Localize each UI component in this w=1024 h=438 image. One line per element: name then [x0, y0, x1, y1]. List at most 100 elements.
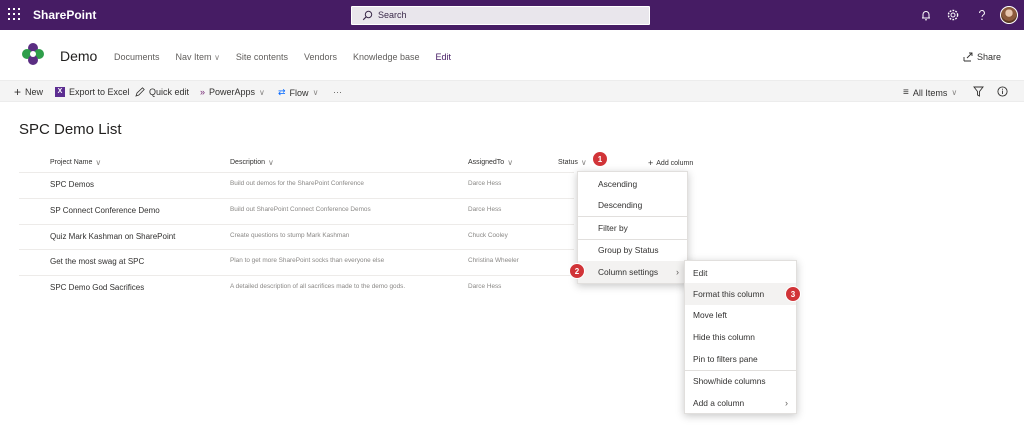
- column-header-assigned-to[interactable]: AssignedTo ∨: [468, 158, 513, 167]
- more-button[interactable]: ···: [333, 87, 342, 97]
- list-lines-icon: ≡: [903, 87, 909, 98]
- new-label: New: [25, 87, 44, 97]
- status-column-menu: Ascending Descending Filter by Group by …: [577, 171, 688, 284]
- column-header-status[interactable]: Status ∨: [558, 158, 587, 167]
- app-launcher-icon[interactable]: [8, 8, 20, 20]
- menu-item-column-settings[interactable]: Column settings ›: [578, 261, 687, 283]
- suite-bar: SharePoint Search: [0, 0, 1024, 30]
- cell-assigned-to: Christina Wheeler: [468, 257, 519, 264]
- chevron-down-icon: ∨: [268, 158, 274, 167]
- share-button[interactable]: Share: [963, 52, 1001, 62]
- bell-icon[interactable]: [919, 8, 933, 22]
- quick-edit-label: Quick edit: [149, 87, 190, 97]
- menu-item-descending[interactable]: Descending: [578, 194, 687, 216]
- nav-item-knowledge-base[interactable]: Knowledge base: [353, 52, 420, 62]
- cell-description: Build out SharePoint Connect Conference …: [230, 206, 371, 213]
- search-icon: [362, 10, 373, 21]
- step-badge-1: 1: [592, 151, 608, 167]
- info-icon[interactable]: [997, 86, 1008, 97]
- chevron-right-icon: ›: [785, 398, 788, 408]
- export-to-excel-button[interactable]: X Export to Excel: [55, 87, 130, 97]
- export-label: Export to Excel: [69, 87, 130, 97]
- column-header-description[interactable]: Description ∨: [230, 158, 274, 167]
- cell-description: Build out demos for the SharePoint Confe…: [230, 180, 364, 187]
- command-bar: + New X Export to Excel Quick edit » Pow…: [0, 80, 1024, 102]
- view-label: All Items: [912, 87, 948, 98]
- plus-icon: +: [648, 158, 654, 168]
- cell-project-name[interactable]: Get the most swag at SPC: [50, 257, 144, 266]
- menu-item-ascending[interactable]: Ascending: [578, 173, 687, 195]
- menu-item-filter-by[interactable]: Filter by: [578, 217, 687, 239]
- menu-item-show-hide-columns[interactable]: Show/hide columns: [685, 370, 796, 392]
- suite-brand[interactable]: SharePoint: [33, 8, 96, 22]
- cell-project-name[interactable]: SPC Demo God Sacrifices: [50, 283, 144, 292]
- site-title[interactable]: Demo: [60, 48, 97, 64]
- column-label: AssignedTo: [468, 159, 505, 166]
- flow-label: Flow: [289, 87, 309, 98]
- chevron-down-icon: ∨: [580, 158, 587, 167]
- chevron-down-icon: ∨: [214, 53, 220, 62]
- nav-item-edit[interactable]: Edit: [436, 52, 452, 62]
- cell-assigned-to: Darce Hess: [468, 206, 502, 213]
- chevron-down-icon: ∨: [259, 87, 265, 97]
- cell-description: Create questions to stump Mark Kashman: [230, 232, 350, 239]
- cell-description: A detailed description of all sacrifices…: [230, 283, 406, 290]
- column-label: Status: [558, 159, 578, 166]
- nav-item-nav-item[interactable]: Nav Item ∨: [176, 52, 220, 62]
- menu-item-move-left[interactable]: Move left: [685, 304, 796, 326]
- cell-project-name[interactable]: SP Connect Conference Demo: [50, 206, 160, 215]
- column-label: Project Name: [50, 159, 93, 166]
- nav-item-label: Nav Item: [175, 52, 212, 62]
- excel-icon: X: [55, 87, 65, 97]
- pencil-icon: [135, 87, 145, 97]
- view-selector[interactable]: ≡ All Items ∨: [903, 87, 957, 98]
- menu-item-label: Column settings: [598, 267, 659, 277]
- chevron-down-icon: ∨: [312, 88, 319, 97]
- help-icon[interactable]: [975, 8, 989, 22]
- cell-description: Plan to get more SharePoint socks than e…: [230, 257, 385, 264]
- table-row[interactable]: Quiz Mark Kashman on SharePoint Create q…: [19, 224, 574, 247]
- table-row[interactable]: SPC Demo God Sacrifices A detailed descr…: [19, 275, 574, 298]
- filter-icon[interactable]: [973, 86, 984, 97]
- powerapps-button[interactable]: » PowerApps ∨: [200, 87, 265, 97]
- avatar[interactable]: [1000, 6, 1018, 24]
- gear-icon[interactable]: [946, 8, 960, 22]
- menu-item-format-this-column[interactable]: Format this column: [685, 283, 796, 305]
- chevron-right-icon: ›: [676, 267, 679, 277]
- column-label: Description: [230, 159, 266, 166]
- add-column-label: Add column: [656, 159, 694, 167]
- cell-assigned-to: Darce Hess: [468, 283, 502, 290]
- site-logo-icon[interactable]: [19, 40, 47, 68]
- chevron-down-icon: ∨: [95, 158, 102, 167]
- menu-item-edit[interactable]: Edit: [685, 262, 796, 284]
- cell-project-name[interactable]: Quiz Mark Kashman on SharePoint: [50, 232, 175, 241]
- column-settings-submenu: Edit Format this column Move left Hide t…: [684, 260, 797, 414]
- quick-edit-button[interactable]: Quick edit: [135, 87, 189, 97]
- site-nav: Documents Nav Item ∨ Site contents Vendo…: [114, 52, 467, 62]
- cell-project-name[interactable]: SPC Demos: [50, 180, 94, 189]
- cell-assigned-to: Chuck Cooley: [468, 232, 508, 239]
- nav-item-vendors[interactable]: Vendors: [304, 52, 337, 62]
- new-button[interactable]: + New: [14, 85, 44, 99]
- powerapps-icon: »: [200, 87, 206, 97]
- chevron-down-icon: ∨: [507, 158, 514, 167]
- plus-icon: +: [14, 85, 22, 99]
- chevron-down-icon: ∨: [951, 88, 958, 97]
- share-label: Share: [977, 52, 1002, 62]
- table-row[interactable]: SPC Demos Build out demos for the ShareP…: [19, 172, 574, 195]
- step-badge-3: 3: [785, 286, 801, 302]
- menu-item-add-a-column[interactable]: Add a column ›: [685, 392, 796, 414]
- menu-item-hide-this-column[interactable]: Hide this column: [685, 326, 796, 348]
- list-title: SPC Demo List: [19, 121, 122, 138]
- search-box[interactable]: Search: [351, 6, 650, 25]
- column-header-project-name[interactable]: Project Name ∨: [50, 158, 101, 167]
- menu-item-pin-to-filters-pane[interactable]: Pin to filters pane: [685, 348, 796, 370]
- cell-assigned-to: Darce Hess: [468, 180, 502, 187]
- nav-item-site-contents[interactable]: Site contents: [236, 52, 288, 62]
- flow-button[interactable]: ⇄ Flow ∨: [278, 87, 318, 98]
- table-row[interactable]: SP Connect Conference Demo Build out Sha…: [19, 198, 574, 221]
- nav-item-documents[interactable]: Documents: [114, 52, 160, 62]
- menu-item-group-by-status[interactable]: Group by Status: [578, 239, 687, 261]
- table-row[interactable]: Get the most swag at SPC Plan to get mor…: [19, 249, 574, 272]
- add-column-button[interactable]: + Add column: [648, 158, 693, 168]
